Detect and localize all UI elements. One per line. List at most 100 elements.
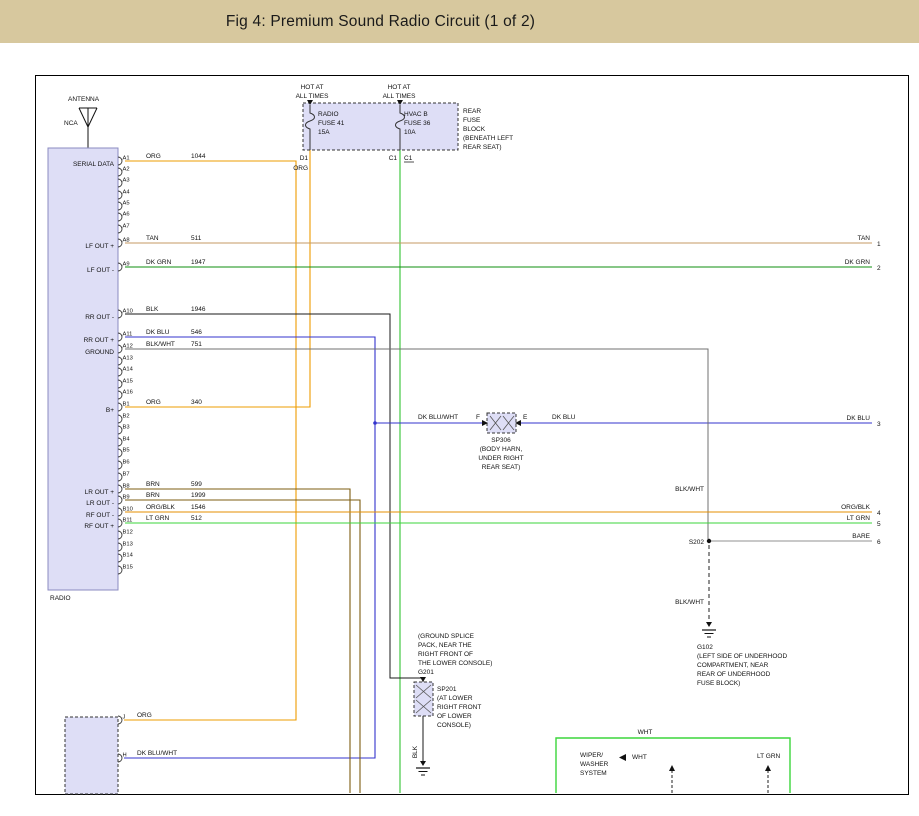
splice-sp201-ground-g201-label-7: RIGHT FRONT [437, 704, 481, 711]
radio-connector-pin-arc-B2 [118, 415, 122, 423]
wire-labels-label-19: 1546 [191, 504, 206, 511]
wire-labels-label-2: TAN [146, 235, 159, 242]
radio-connector-pin-A1: A1 [123, 156, 130, 162]
fn-lr-out-pos: LR OUT + [85, 489, 115, 496]
label-wht-inner: WHT [632, 754, 647, 761]
fn-lr-out-neg: LR OUT - [86, 500, 114, 507]
lower-left-connector-pin-J: J [123, 715, 126, 721]
lower-left-connector: JHORGDK BLU/WHT [65, 712, 177, 794]
sp201-name: SP201 [437, 686, 457, 693]
splice-sp306-label-7: REAR SEAT) [482, 464, 521, 471]
radio-connector-pin-arc-B1 [118, 403, 122, 411]
ref-4: 4 [877, 510, 881, 517]
wire-labels-label-12: ORG [146, 399, 161, 406]
splice-sp201-ground-g201-label-2: RIGHT FRONT OF [418, 651, 473, 658]
radio-connector-pin-arc-B4 [118, 438, 122, 446]
fn-rf-out-pos: RF OUT + [84, 523, 114, 530]
radio-connector-pin-A11: A11 [123, 332, 133, 338]
antenna-line-2 [88, 108, 97, 127]
splice-sp306-label-6: UNDER RIGHT [478, 455, 523, 462]
page-continuation-refs: TAN1DK GRN2DK BLU3ORG/BLK4LT GRN5BARE6 [841, 235, 881, 546]
wire-ground-blk-wht [125, 349, 708, 539]
lt-grn-continues-arrow [765, 765, 771, 771]
radio-connector-pin-arc-A10 [118, 310, 122, 318]
radio-connector-pin-arc-A4 [118, 191, 122, 199]
splice-s202-ground-g102: BLK/WHTS202BLK/WHTG102(LEFT SIDE OF UNDE… [675, 486, 787, 687]
fn-rr-out-pos: RR OUT + [84, 337, 115, 344]
radio-connector-pin-arc-A1 [118, 157, 122, 165]
radio-connector-pin-A9: A9 [123, 262, 130, 268]
splice-sp201-ground-g201-label-8: OF LOWER [437, 713, 472, 720]
wire-labels-label-5: 1947 [191, 259, 206, 266]
radio-connector-pin-A5: A5 [123, 201, 130, 207]
fuse-41-rating: 15A [318, 129, 330, 136]
fn-rf-out-neg: RF OUT - [86, 512, 114, 519]
radio-connector-pin-B15: B15 [123, 565, 133, 571]
radio-connector-pin-arc-A11 [118, 333, 122, 341]
wire-labels-label-10: BLK/WHT [146, 341, 175, 348]
radio-connector-pin-A12: A12 [123, 344, 133, 350]
wire-labels-label-15: 599 [191, 481, 202, 488]
radio-connector-pin-B1: B1 [123, 402, 130, 408]
fuse-36-id: FUSE 36 [404, 120, 431, 127]
junction-dot-dk-blu [373, 421, 377, 425]
edge-label-bare: BARE [852, 533, 870, 540]
diagram-svg: ANTENNANCAHOT ATALL TIMESHOT ATALL TIMES… [0, 0, 919, 816]
sp201-box [414, 682, 433, 716]
wire-labels-label-20: LT GRN [146, 515, 170, 522]
splice-sp201-ground-g201-label-9: CONSOLE) [437, 722, 471, 729]
radio-connector: A1A2A3A4A5A6A7A8A9A10A11A12A13A14A15A16B… [48, 148, 134, 602]
edge-label-org-blk: ORG/BLK [841, 504, 871, 511]
wire-lr-out-pos-brn [125, 489, 350, 793]
label-blk-wht-upper: BLK/WHT [675, 486, 704, 493]
radio-connector-pin-B8: B8 [123, 484, 130, 490]
radio-connector-pin-A14: A14 [123, 367, 134, 373]
radio-connector-pin-arc-B5 [118, 449, 122, 457]
radio-connector-pin-arc-A12 [118, 345, 122, 353]
radio-connector-pin-arc-B10 [118, 508, 122, 516]
fuse-41-id: FUSE 41 [318, 120, 345, 127]
splice-s202-ground-g102-label-7: FUSE BLOCK) [697, 680, 740, 687]
fuse-41-name: RADIO [318, 111, 339, 118]
wire-labels-label-16: BRN [146, 492, 160, 499]
conn-d1-wire: ORG [293, 165, 308, 172]
sp306-pin-f: F [476, 414, 480, 421]
lower-left-connector-pin-arc-H [118, 754, 122, 762]
splice-sp201-ground-g201-label-1: PACK, NEAR THE [418, 642, 472, 649]
splice-sp306-label-5: (BODY HARN, [480, 446, 523, 453]
ref-3: 3 [877, 421, 881, 428]
wire-labels-label-13: 340 [191, 399, 202, 406]
diagram-border [36, 76, 909, 795]
wire-rr-out-neg-blk [125, 314, 423, 682]
wire-labels-label-4: DK GRN [146, 259, 172, 266]
radio-connector-pin-B4: B4 [123, 437, 131, 443]
splice-sp201-ground-g201-label-3: THE LOWER CONSOLE) [418, 660, 492, 667]
radio-connector-pin-arc-A3 [118, 179, 122, 187]
g201-note: (GROUND SPLICE [418, 633, 475, 640]
fuse-36-name: HVAC B [404, 111, 428, 118]
wire-labels-label-3: 511 [191, 235, 202, 242]
radio-connector-pin-A13: A13 [123, 356, 133, 362]
rear-fuse-block-label-14: REAR SEAT) [463, 144, 502, 151]
conn-d1: D1 [300, 155, 309, 162]
wire-labels-label-0: ORG [146, 153, 161, 160]
radio-connector-pin-arc-A15 [118, 380, 122, 388]
wire-labels-label-17: 1999 [191, 492, 206, 499]
fuse-36-rating: 10A [404, 129, 416, 136]
conn-c1-left: C1 [389, 155, 398, 162]
splice-s202-ground-g102-label-4: (LEFT SIDE OF UNDERHOOD [697, 653, 787, 660]
radio-connector-pin-A16: A16 [123, 390, 133, 396]
antenna: ANTENNANCA [64, 96, 100, 148]
radio-connector-pin-A15: A15 [123, 379, 133, 385]
all-times-2: ALL TIMES [383, 93, 417, 100]
radio-connector-pin-arc-B13 [118, 543, 122, 551]
radio-connector-pin-B13: B13 [123, 542, 133, 548]
radio-connector-pin-A6: A6 [123, 212, 130, 218]
lower-left-connector-pin-H: H [123, 753, 127, 759]
wire-labels-label-1: 1044 [191, 153, 206, 160]
sp201-arrow-in [420, 677, 426, 682]
radio-caption: RADIO [50, 595, 71, 602]
ref-2: 2 [877, 265, 881, 272]
label-dk-blu-wht: DK BLU/WHT [418, 414, 458, 421]
radio-connector-pin-arc-B6 [118, 461, 122, 469]
